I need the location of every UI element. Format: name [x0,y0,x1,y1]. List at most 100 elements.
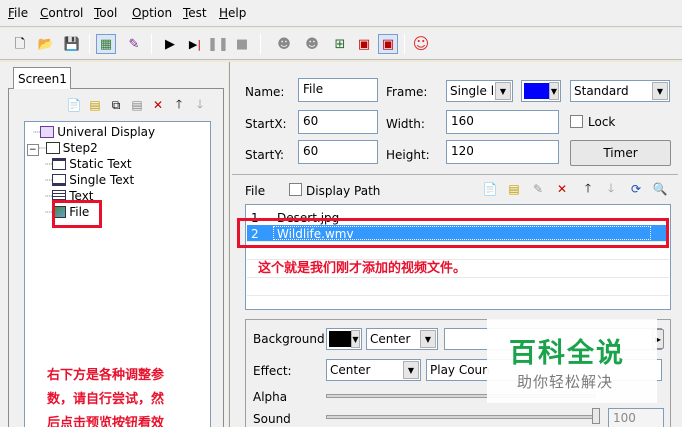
tree-item-universal-display[interactable]: ┈ Univeral Display [33,125,155,139]
highlight-file-node [52,200,102,228]
display-icon [40,126,55,138]
background-color-picker[interactable]: ▼ [326,328,362,350]
file-down-icon[interactable]: 🡓 [603,181,619,197]
open-folder-icon[interactable]: 📂 [36,34,56,54]
menu-tool[interactable]: Tool [94,6,117,20]
effect-select-value: Center [330,363,371,377]
color-swatch [524,83,550,99]
tree-item-single-text[interactable]: ┈ Single Text [45,173,134,187]
sound-label: Sound [253,412,291,426]
toolbar-separator [404,34,405,54]
highlight-video-row [237,218,669,248]
menu-test[interactable]: Test [183,6,207,20]
stop-icon[interactable]: ■ [232,34,252,54]
chevron-down-icon[interactable]: ▼ [495,82,511,100]
delete-icon[interactable]: ✕ [150,97,166,113]
display-path-checkbox[interactable] [289,183,302,196]
static-text-icon [52,158,67,170]
watermark-subtitle: 助你轻松解决 [517,373,614,391]
timer-button[interactable]: Timer [570,140,671,166]
pause-icon[interactable]: ❚❚ [207,34,229,54]
starty-label: StartY: [245,148,285,162]
new-file-icon[interactable]: 🗋 [10,34,30,54]
lock-checkbox[interactable] [570,115,583,128]
lock-label: Lock [588,115,616,129]
alpha-label: Alpha [253,390,288,404]
frame-select-value: Single li [450,84,498,98]
copy-icon[interactable]: ⧉ [108,97,124,113]
chevron-down-icon[interactable]: ▼ [549,82,559,100]
play-count-value: Play Coun [430,363,490,377]
style-select[interactable]: Standard ▼ [570,80,670,102]
height-field[interactable]: 120 [446,140,559,164]
chevron-down-icon[interactable]: ▼ [652,82,668,100]
tree-item-step2[interactable]: − ┈ Step2 [27,141,98,156]
sound-slider-thumb[interactable] [592,408,600,424]
sound-value-field[interactable]: 100 [608,408,664,427]
starty-field[interactable]: 60 [298,140,378,164]
startx-field[interactable]: 60 [298,110,378,134]
toolbar-separator [260,34,261,54]
effect-select[interactable]: Center ▼ [326,359,421,381]
chevron-down-icon[interactable]: ▼ [403,361,419,379]
frame-label: Frame: [386,85,428,99]
edit-icon[interactable]: ✎ [124,34,144,54]
tab-screen1[interactable]: Screen1 [13,67,71,89]
width-field[interactable]: 160 [446,110,559,134]
background-align-value: Center [370,332,411,346]
remove-file-icon[interactable]: ✕ [554,181,570,197]
save-icon[interactable]: 💾 [62,34,82,54]
height-label: Height: [386,148,430,162]
menu-file[interactable]: File [8,6,28,20]
menu-help[interactable]: Help [219,6,246,20]
paste-icon[interactable]: ▤ [129,97,145,113]
tree-item-static-text[interactable]: ┈ Static Text [45,157,132,171]
frame-color-picker[interactable]: ▼ [521,80,561,102]
collapse-icon[interactable]: − [27,144,39,156]
color-swatch [329,331,351,347]
file-label: File [245,184,266,198]
screen2-icon[interactable]: ▣ [378,34,398,54]
startx-label: StartX: [245,117,287,131]
annotation-line-1: 右下方是各种调整参 [47,368,165,383]
screen-icon[interactable]: ▣ [354,34,374,54]
file-up-icon[interactable]: 🡑 [580,181,596,197]
divider [232,174,678,175]
add-folder-icon[interactable]: ▤ [506,181,522,197]
name-field[interactable]: File [298,78,378,102]
add-sub-icon[interactable]: ▤ [87,97,103,113]
search-icon[interactable]: 🔍 [652,181,668,197]
grid-icon[interactable]: ▦ [96,34,116,54]
user-icon[interactable]: ☻ [274,34,294,54]
chevron-down-icon[interactable]: ▼ [351,330,360,348]
menu-control[interactable]: Control [40,6,83,20]
user2-icon[interactable]: ☻ [302,34,322,54]
network-icon[interactable]: ⊞ [330,34,350,54]
menu-file-rest: ile [14,6,29,20]
add-item-icon[interactable]: 📄 [66,97,82,113]
menu-option[interactable]: Option [132,6,172,20]
annotation-line-2: 数，请自行尝试，然 [47,392,165,407]
refresh-icon[interactable]: ⟳ [628,181,644,197]
smiley-icon[interactable]: ☺ [411,34,431,54]
step-play-icon[interactable]: ▶| [185,34,205,54]
style-select-value: Standard [574,84,629,98]
chevron-down-icon[interactable]: ▼ [420,330,436,348]
list-empty-row [247,279,669,296]
frame-select[interactable]: Single li ▼ [446,80,513,102]
play-icon[interactable]: ▶ [160,34,180,54]
annotation-video: 这个就是我们刚才添加的视频文件。 [258,261,467,276]
background-label: Background: [253,332,329,346]
move-up-icon[interactable]: 🡑 [171,97,187,113]
move-down-icon[interactable]: 🡓 [192,97,208,113]
main-toolbar: 🗋 📂 💾 ▦ ✎ ▶ ▶| ❚❚ ■ ☻ ☻ ⊞ ▣ ▣ ☺ [0,28,682,60]
annotation-line-3: 后点击预览按钮看效 [47,416,165,427]
display-path-label: Display Path [306,184,381,198]
step-icon [45,142,60,154]
sound-slider[interactable] [326,415,596,419]
toolbar-separator [89,34,90,54]
edit-file-icon[interactable]: ✎ [530,181,546,197]
background-align-select[interactable]: Center ▼ [366,328,438,350]
single-text-icon [52,174,67,186]
add-file-icon[interactable]: 📄 [482,181,498,197]
